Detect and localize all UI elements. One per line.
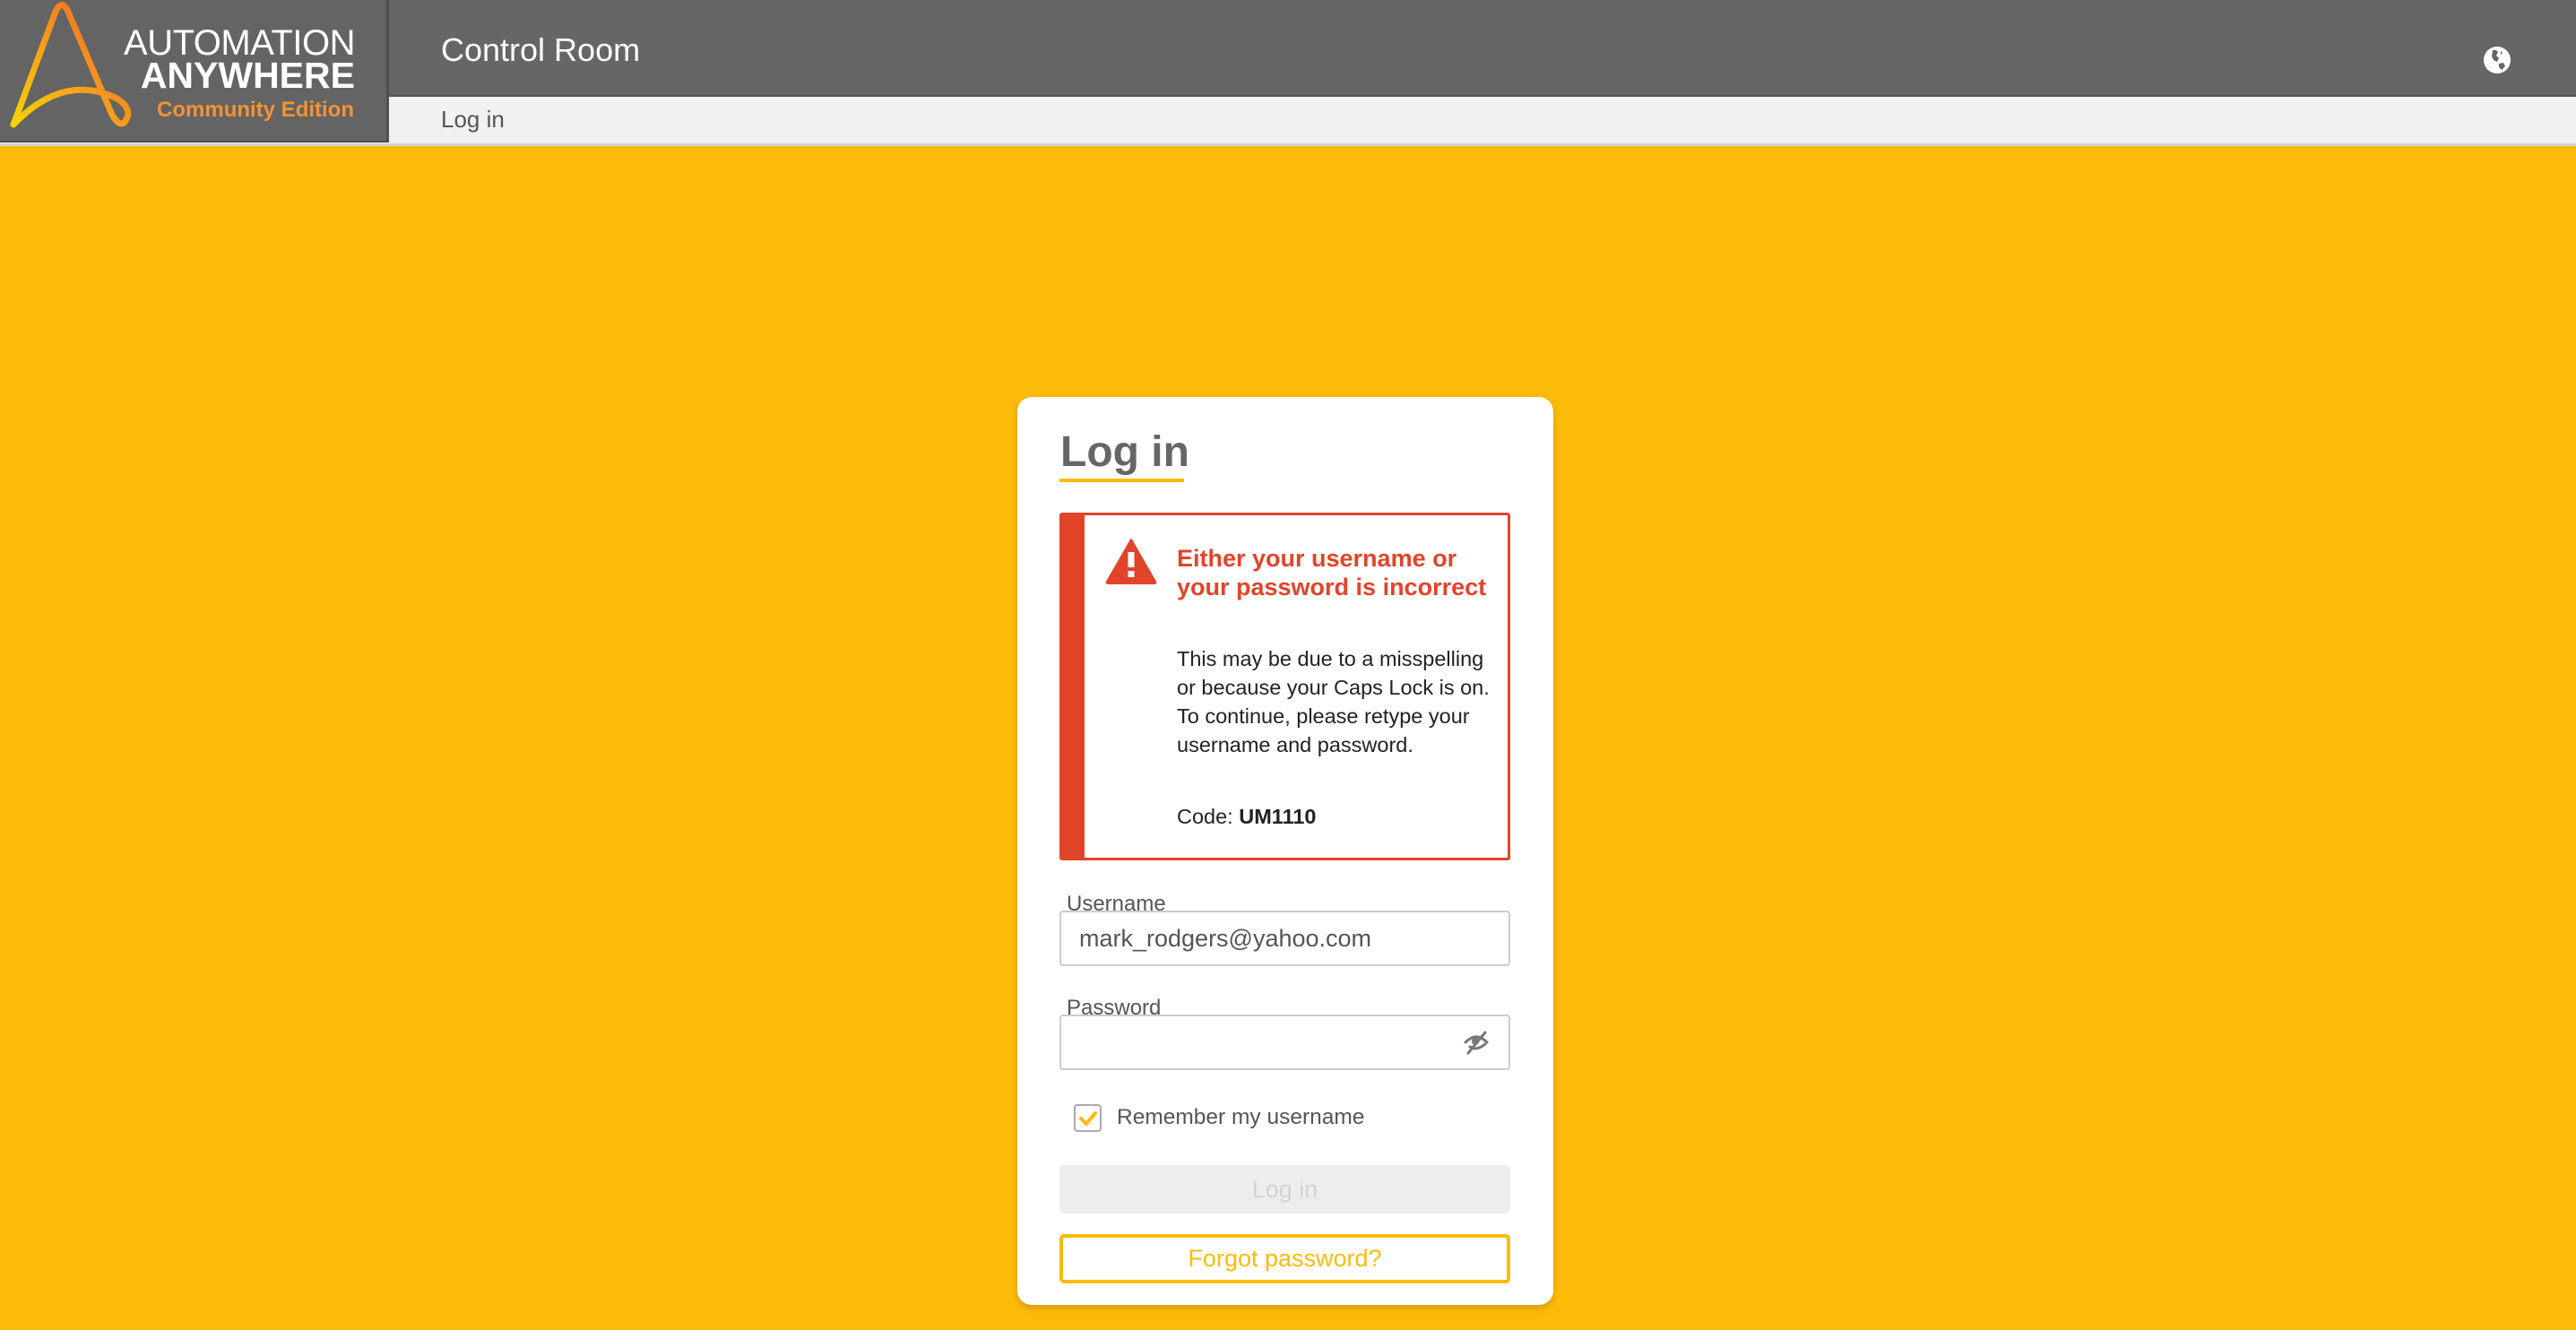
- username-input[interactable]: [1059, 911, 1510, 966]
- card-title: Log in: [1060, 428, 1189, 476]
- forgot-password-button[interactable]: Forgot password?: [1059, 1234, 1510, 1283]
- password-input[interactable]: [1059, 1015, 1510, 1070]
- alert-title: Either your username or your password is…: [1177, 545, 1487, 600]
- globe-icon[interactable]: [2483, 46, 2511, 74]
- eye-slash-icon[interactable]: [1463, 1029, 1490, 1056]
- alert-code-value: UM1110: [1239, 805, 1317, 828]
- logo-text-edition: Community Edition: [157, 98, 354, 122]
- logo-text-anywhere: ANYWHERE: [140, 55, 355, 96]
- remember-username-checkbox[interactable]: [1074, 1104, 1102, 1132]
- breadcrumb: Log in: [441, 106, 505, 133]
- login-card: Log in Either your username or your pass…: [1017, 397, 1553, 1305]
- app-title: Control Room: [441, 31, 641, 68]
- alert-code-label: Code:: [1177, 805, 1233, 828]
- remember-username-label[interactable]: Remember my username: [1117, 1103, 1364, 1132]
- alert-message: This may be due to a misspelling or beca…: [1177, 647, 1490, 756]
- title-underline: [1059, 479, 1184, 482]
- warning-triangle-icon: [1105, 539, 1157, 584]
- logo[interactable]: AUTOMATION ANYWHERE Community Edition: [0, 0, 389, 142]
- login-button[interactable]: Log in: [1059, 1165, 1510, 1213]
- error-alert: Either your username or your password is…: [1059, 513, 1510, 860]
- alert-code: Code: UM1110: [1177, 802, 1316, 831]
- checkmark-icon: [1079, 1111, 1097, 1126]
